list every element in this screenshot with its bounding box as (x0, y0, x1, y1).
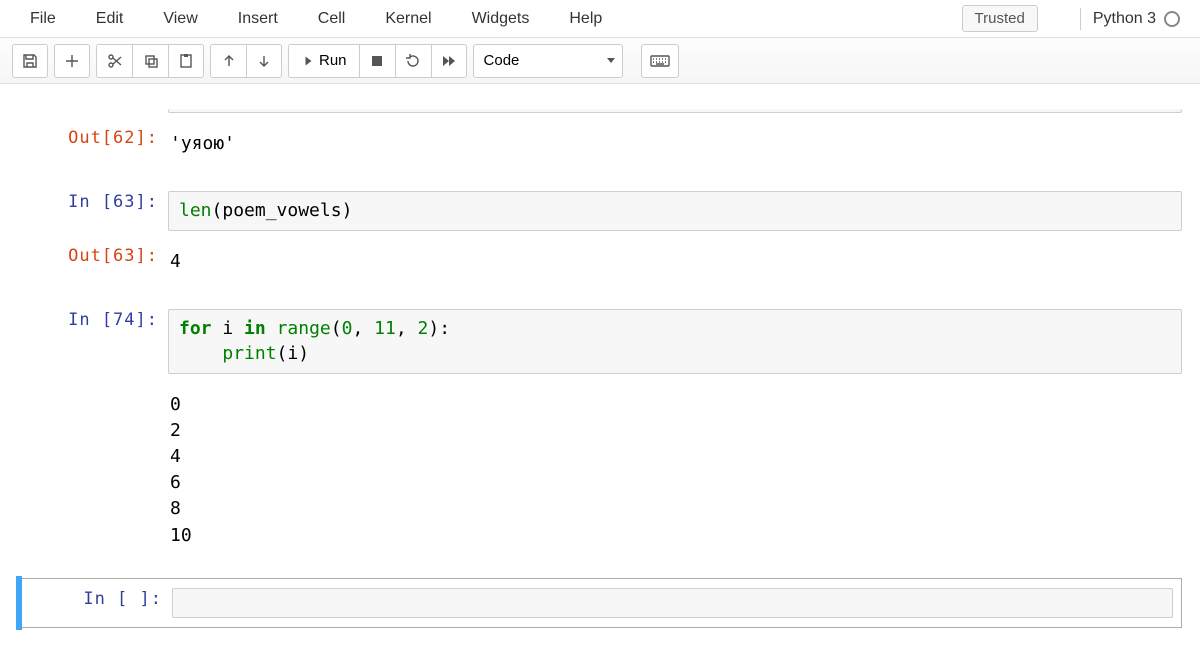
menu-file[interactable]: File (10, 2, 76, 36)
trusted-indicator[interactable]: Trusted (962, 5, 1038, 32)
input-prompt: In [ ]: (22, 583, 172, 613)
plus-icon (64, 53, 80, 69)
code-cell-selected[interactable]: In [ ]: (18, 576, 1182, 630)
kernel-status-icon[interactable] (1164, 11, 1180, 27)
command-palette-button[interactable] (641, 44, 679, 78)
input-area-stub (18, 104, 168, 114)
menu-insert[interactable]: Insert (218, 2, 298, 36)
restart-icon (405, 53, 421, 69)
notebook-area: Out[62]: 'уяою' In [63]: len(poem_vowels… (0, 84, 1200, 646)
save-icon (22, 53, 38, 69)
output-text: 'уяою' (168, 127, 1182, 161)
output-prompt-empty (18, 383, 168, 393)
run-button[interactable]: Run (288, 44, 359, 78)
menu-cell[interactable]: Cell (298, 2, 366, 36)
copy-icon (143, 53, 159, 69)
toolbar: Run Code (0, 38, 1200, 84)
code-cell[interactable]: Out[62]: 'уяою' (18, 102, 1182, 172)
menu-widgets[interactable]: Widgets (452, 2, 550, 36)
run-icon (301, 55, 313, 67)
output-text: 4 (168, 245, 1182, 279)
code-cell[interactable]: In [63]: len(poem_vowels) Out[63]: 4 (18, 184, 1182, 290)
cut-button[interactable] (96, 44, 132, 78)
copy-button[interactable] (132, 44, 168, 78)
fast-forward-icon (441, 53, 457, 69)
save-button[interactable] (12, 44, 48, 78)
input-prompt: In [74]: (18, 304, 168, 334)
restart-button[interactable] (395, 44, 431, 78)
stdout-text: 0 2 4 6 8 10 (168, 388, 1182, 553)
interrupt-button[interactable] (359, 44, 395, 78)
menu-kernel[interactable]: Kernel (365, 2, 451, 36)
paste-icon (178, 53, 194, 69)
cell-type-select[interactable]: Code (473, 44, 623, 78)
run-label: Run (319, 52, 347, 69)
arrow-up-icon (221, 53, 237, 69)
restart-run-all-button[interactable] (431, 44, 467, 78)
code-input[interactable]: len(poem_vowels) (168, 191, 1182, 231)
move-up-button[interactable] (210, 44, 246, 78)
menu-edit[interactable]: Edit (76, 2, 144, 36)
move-down-button[interactable] (246, 44, 282, 78)
divider (1080, 8, 1081, 30)
code-input-stub (168, 109, 1182, 113)
code-cell[interactable]: In [74]: for i in range(0, 11, 2): print… (18, 302, 1182, 563)
output-prompt: Out[63]: (18, 240, 168, 270)
paste-button[interactable] (168, 44, 204, 78)
arrow-down-icon (256, 53, 272, 69)
menubar: File Edit View Insert Cell Kernel Widget… (0, 0, 1200, 38)
scissors-icon (107, 53, 123, 69)
insert-cell-button[interactable] (54, 44, 90, 78)
keyboard-icon (650, 55, 670, 67)
menu-help[interactable]: Help (549, 2, 622, 36)
stop-icon (369, 53, 385, 69)
code-input[interactable]: for i in range(0, 11, 2): print(i) (168, 309, 1182, 374)
output-prompt: Out[62]: (18, 122, 168, 152)
kernel-name[interactable]: Python 3 (1093, 10, 1156, 28)
menu-view[interactable]: View (143, 2, 217, 36)
code-input[interactable] (172, 588, 1173, 618)
input-prompt: In [63]: (18, 186, 168, 216)
